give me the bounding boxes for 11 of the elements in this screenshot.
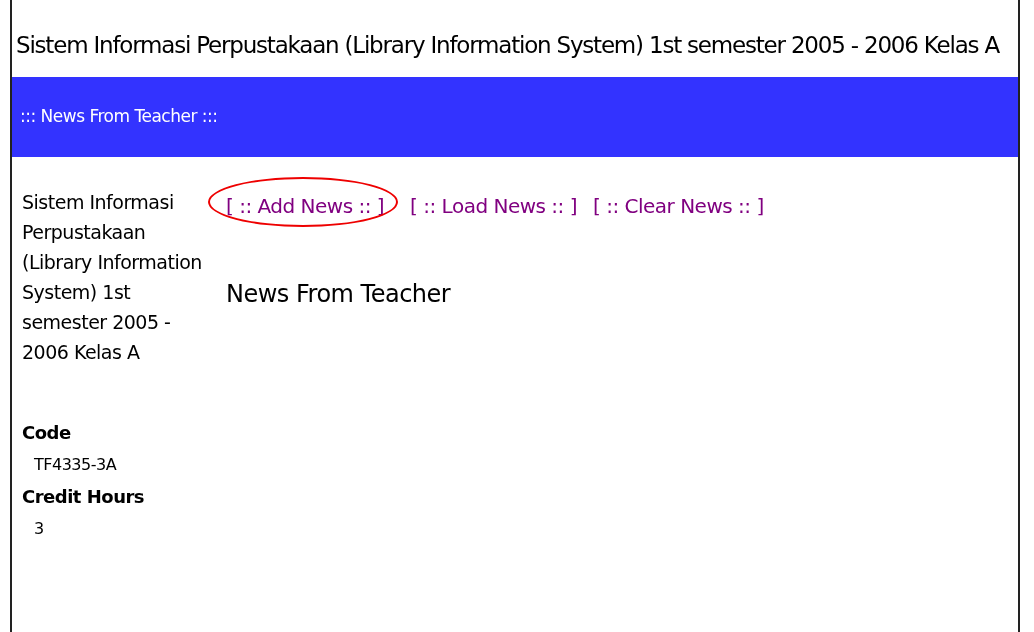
field-value: 3	[33, 517, 45, 540]
field-label: Code	[22, 420, 72, 445]
news-link[interactable]: [ :: Load News :: ]	[410, 193, 577, 218]
content-heading: News From Teacher	[226, 278, 452, 310]
news-link[interactable]: [ :: Clear News :: ]	[593, 193, 764, 218]
field-value: TF4335-3A	[33, 453, 118, 476]
page-title: Sistem Informasi Perpustakaan (Library Information System) 1st semester 2005 - 2006 Kelas A	[15, 31, 1001, 60]
news-link[interactable]: [ :: Add News :: ]	[226, 193, 385, 218]
course-title: Sistem Informasi Perpustakaan (Library Information System) 1st semester 2005 - 2006 Kelas A	[22, 189, 202, 365]
field-label: Credit Hours	[22, 484, 146, 509]
header-bar: ::: News From Teacher :::	[12, 76, 1018, 157]
